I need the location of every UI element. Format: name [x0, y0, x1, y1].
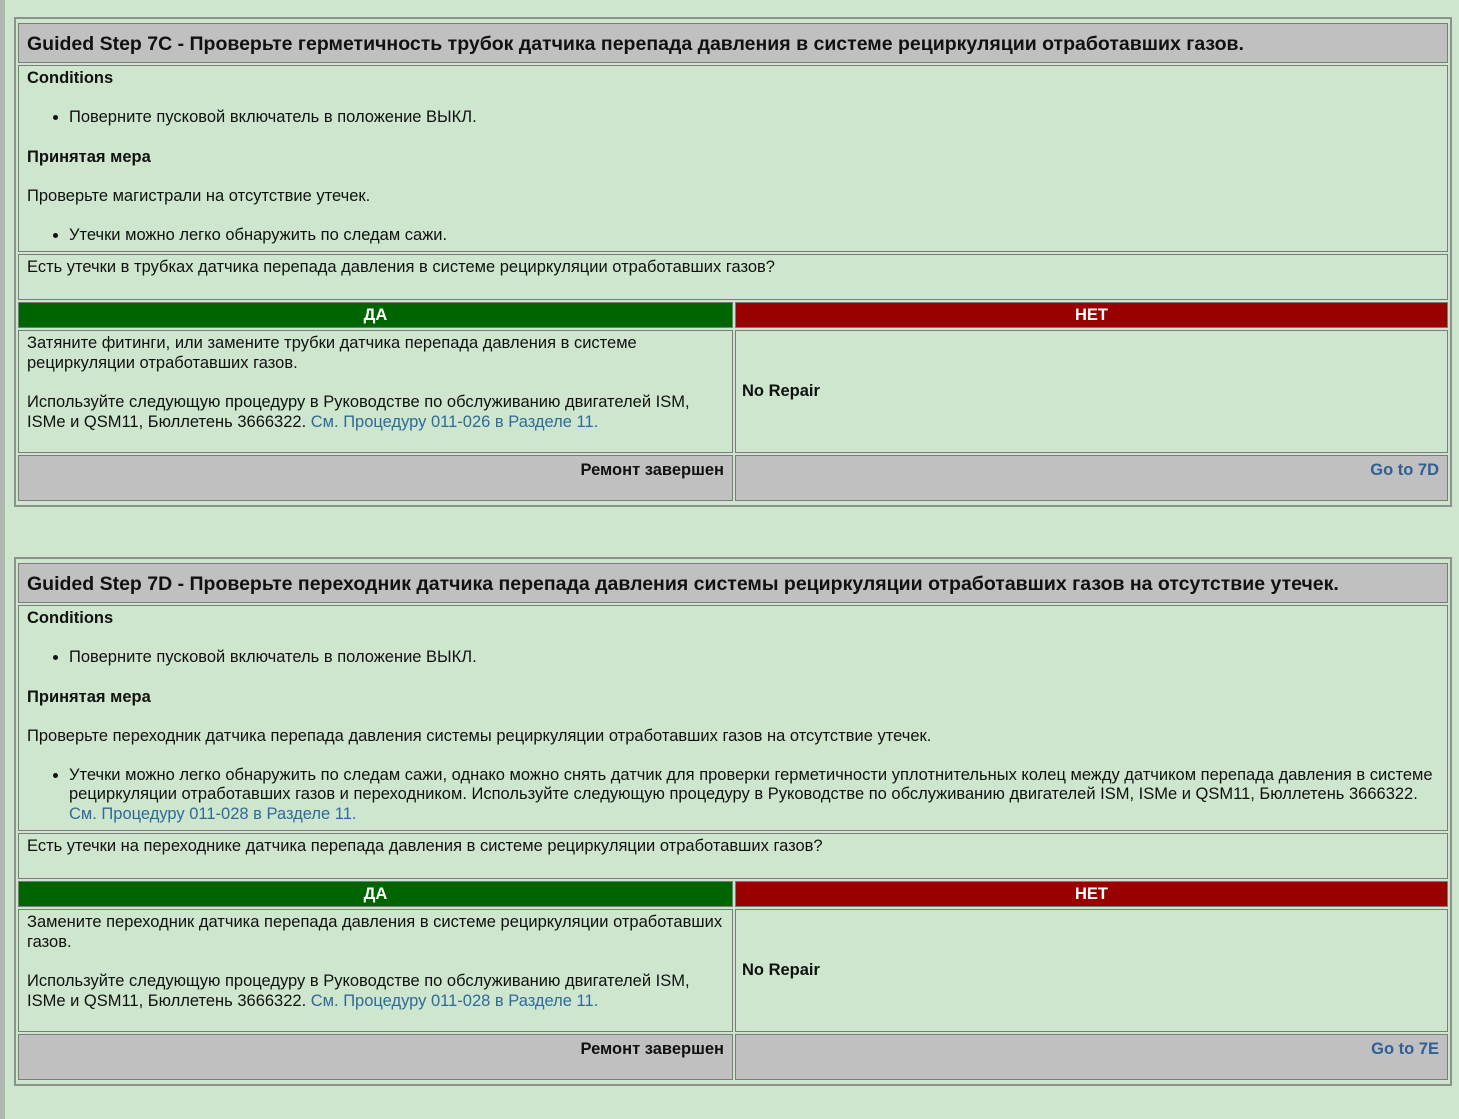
- step-table: Guided Step 7D - Проверьте переходник да…: [18, 561, 1448, 1082]
- action-heading: Принятая мера: [27, 147, 151, 166]
- no-header: НЕТ: [735, 302, 1448, 328]
- no-answer: No Repair: [735, 909, 1448, 1032]
- action-text: Проверьте магистрали на отсутствие утече…: [27, 186, 371, 205]
- yes-header: ДА: [18, 881, 733, 907]
- yes-header: ДА: [18, 302, 733, 328]
- goto-cell: Go to 7D: [735, 455, 1448, 501]
- repair-complete-label: Ремонт завершен: [18, 1034, 733, 1080]
- goto-cell: Go to 7E: [735, 1034, 1448, 1080]
- yes-answer: Затяните фитинги, или замените трубки да…: [18, 330, 733, 453]
- goto-7d-link[interactable]: Go to 7D: [1370, 461, 1439, 479]
- conditions-section: Conditions Поверните пусковой включатель…: [18, 605, 1448, 831]
- step-title: Guided Step 7D - Проверьте переходник да…: [18, 563, 1448, 603]
- action-bullets: Утечки можно легко обнаружить по следам …: [27, 766, 1439, 825]
- guided-step-7c: Guided Step 7C - Проверьте герметичность…: [14, 17, 1452, 507]
- no-header: НЕТ: [735, 881, 1448, 907]
- action-bullets: Утечки можно легко обнаружить по следам …: [27, 226, 1439, 246]
- action-bullet: Утечки можно легко обнаружить по следам …: [69, 766, 1439, 825]
- conditions-heading: Conditions: [27, 609, 114, 627]
- question: Есть утечки в трубках датчика перепада д…: [18, 254, 1448, 300]
- conditions-heading: Conditions: [27, 69, 114, 87]
- action-bullet-text: Утечки можно легко обнаружить по следам …: [69, 765, 1433, 804]
- condition-item: Поверните пусковой включатель в положени…: [69, 108, 1439, 128]
- condition-item: Поверните пусковой включатель в положени…: [69, 648, 1439, 668]
- yes-text-1: Затяните фитинги, или замените трубки да…: [27, 334, 637, 372]
- conditions-list: Поверните пусковой включатель в положени…: [27, 648, 1439, 668]
- action-heading: Принятая мера: [27, 687, 151, 706]
- repair-complete-label: Ремонт завершен: [18, 455, 733, 501]
- conditions-list: Поверните пусковой включатель в положени…: [27, 108, 1439, 128]
- goto-7e-link[interactable]: Go to 7E: [1371, 1040, 1439, 1058]
- no-answer: No Repair: [735, 330, 1448, 453]
- question: Есть утечки на переходнике датчика переп…: [18, 833, 1448, 879]
- step-title: Guided Step 7C - Проверьте герметичность…: [18, 23, 1448, 63]
- conditions-section: Conditions Поверните пусковой включатель…: [18, 65, 1448, 252]
- action-bullet: Утечки можно легко обнаружить по следам …: [69, 226, 1439, 246]
- procedure-link[interactable]: См. Процедуру 011-028 в Разделе 11.: [69, 805, 357, 823]
- action-text: Проверьте переходник датчика перепада да…: [27, 726, 932, 745]
- procedure-link[interactable]: См. Процедуру 011-028 в Разделе 11.: [311, 992, 599, 1010]
- yes-answer: Замените переходник датчика перепада дав…: [18, 909, 733, 1032]
- yes-text-1: Замените переходник датчика перепада дав…: [27, 913, 723, 951]
- procedure-link[interactable]: См. Процедуру 011-026 в Разделе 11.: [311, 413, 599, 431]
- step-table: Guided Step 7C - Проверьте герметичность…: [18, 21, 1448, 503]
- guided-step-7d: Guided Step 7D - Проверьте переходник да…: [14, 557, 1452, 1086]
- left-border: [0, 0, 5, 1119]
